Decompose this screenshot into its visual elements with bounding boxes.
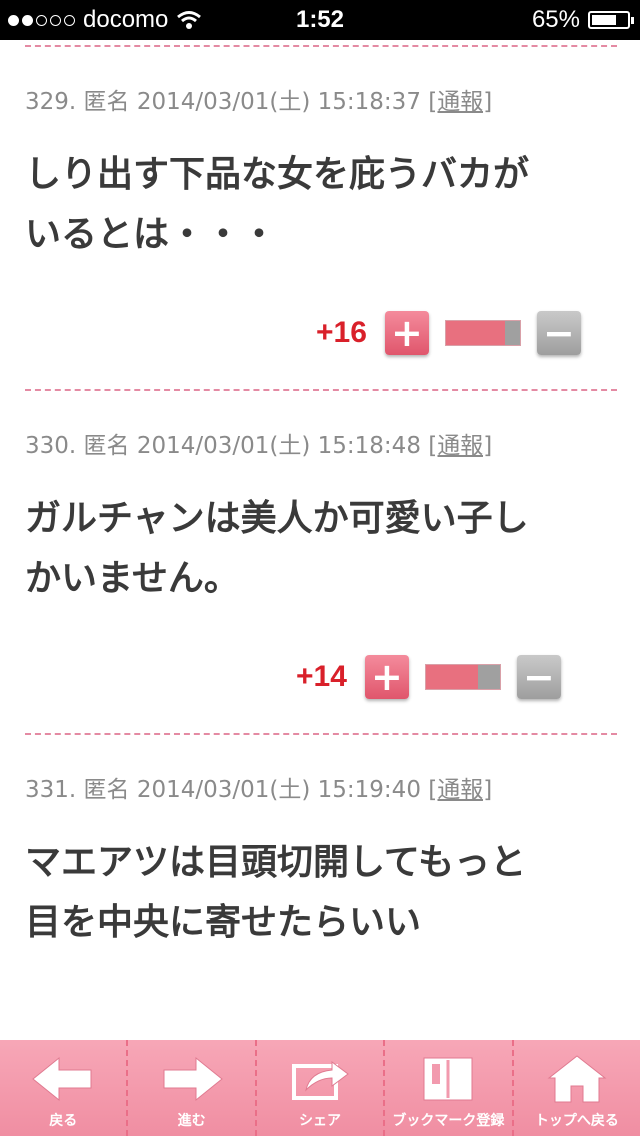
- status-bar: docomo 1:52 65%: [0, 0, 640, 40]
- vote-ratio-bar: [444, 320, 521, 346]
- share-button[interactable]: シェア: [254, 1040, 383, 1136]
- comment-line: ガルチャンは美人か可愛い子し: [25, 498, 529, 539]
- comment-meta: 329. 匿名 2014/03/01(土) 15:18:37 [通報]: [25, 82, 492, 116]
- home-label: トップへ戻る: [534, 1113, 619, 1129]
- comment-feed[interactable]: 329. 匿名 2014/03/01(土) 15:18:37 [通報] しり出す…: [0, 40, 640, 1040]
- comment-header: 329. 匿名 2014/03/01(土) 15:18:37: [25, 89, 421, 115]
- vote-score: +14: [296, 660, 347, 693]
- battery-percent: 65%: [531, 6, 580, 33]
- share-label: シェア: [299, 1113, 342, 1129]
- vote-controls: +16 + −: [316, 308, 581, 358]
- back-arrow-icon: [32, 1056, 92, 1102]
- comment-separator: [25, 389, 617, 391]
- comment-meta: 331. 匿名 2014/03/01(土) 15:19:40 [通報]: [25, 770, 492, 804]
- vote-controls: +14 + −: [296, 652, 561, 702]
- back-button[interactable]: 戻る: [0, 1040, 126, 1136]
- comment-body: ガルチャンは美人か可愛い子し かいません。: [25, 489, 605, 609]
- comment-separator: [25, 733, 617, 735]
- comment-header: 331. 匿名 2014/03/01(土) 15:19:40: [25, 777, 421, 803]
- comment-line: いるとは・・・: [25, 214, 278, 255]
- bottom-toolbar: 戻る 進む シェア ブックマーク登録 トップへ戻る: [0, 1040, 640, 1136]
- comment-line: 目を中央に寄せたらいい: [25, 902, 422, 943]
- vote-score: +16: [316, 316, 367, 349]
- bookmark-button[interactable]: ブックマーク登録: [383, 1040, 511, 1136]
- comment-meta: 330. 匿名 2014/03/01(土) 15:18:48 [通報]: [25, 426, 492, 460]
- home-icon: [547, 1055, 607, 1103]
- forward-arrow-icon: [163, 1056, 223, 1102]
- comment-header: 330. 匿名 2014/03/01(土) 15:18:48: [25, 433, 421, 459]
- comment-line: かいません。: [25, 558, 240, 599]
- report-link[interactable]: [通報]: [428, 433, 492, 459]
- battery-icon: [588, 11, 634, 29]
- home-button[interactable]: トップへ戻る: [511, 1040, 640, 1136]
- comment-body: マエアツは目頭切開してもっと 目を中央に寄せたらいい: [25, 833, 605, 953]
- share-icon: [292, 1061, 349, 1100]
- bookmark-label: ブックマーク登録: [392, 1113, 505, 1129]
- forward-label: 進む: [177, 1113, 206, 1129]
- battery-group: 65%: [531, 6, 634, 34]
- comment-line: マエアツは目頭切開してもっと: [25, 842, 527, 883]
- comment-line: しり出す下品な女を庇うバカが: [25, 154, 530, 195]
- vote-ratio-bar: [424, 664, 501, 690]
- plus-button[interactable]: +: [364, 655, 409, 699]
- report-link[interactable]: [通報]: [428, 89, 492, 115]
- comment-body: しり出す下品な女を庇うバカが いるとは・・・: [25, 145, 605, 265]
- bookmark-book-icon: [423, 1057, 473, 1101]
- back-label: 戻る: [49, 1113, 78, 1129]
- minus-button[interactable]: −: [536, 311, 581, 355]
- minus-button[interactable]: −: [516, 655, 561, 699]
- forward-button[interactable]: 進む: [126, 1040, 254, 1136]
- plus-button[interactable]: +: [384, 311, 429, 355]
- comment-separator: [25, 45, 617, 47]
- report-link[interactable]: [通報]: [428, 777, 492, 803]
